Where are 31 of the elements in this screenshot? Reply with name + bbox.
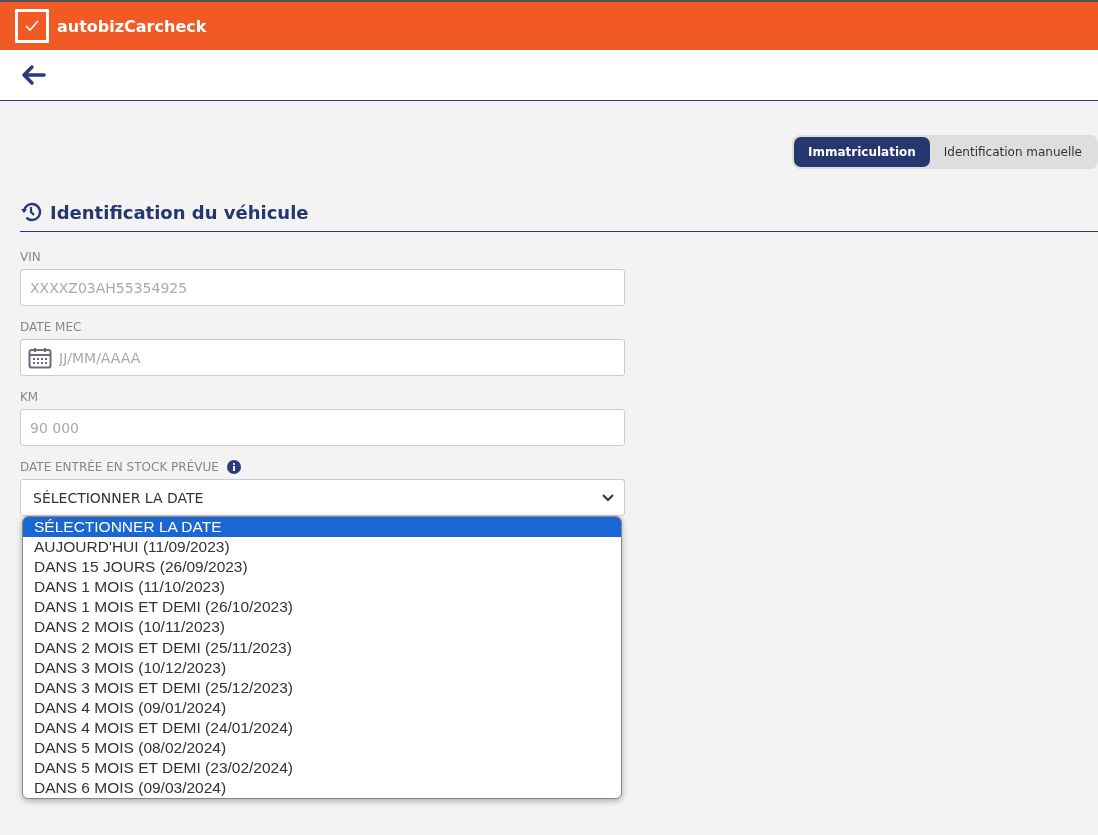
dropdown-option[interactable]: SÉLECTIONNER LA DATE xyxy=(23,517,621,538)
dropdown-option[interactable]: DANS 2 MOIS ET DEMI (25/11/2023) xyxy=(23,637,621,658)
dropdown-option[interactable]: AUJOURD'HUI (11/09/2023) xyxy=(23,537,621,558)
field-label: DATE ENTRÉE EN STOCK PRÉVUE xyxy=(20,460,219,474)
dropdown-option[interactable]: DANS 1 MOIS ET DEMI (26/10/2023) xyxy=(23,597,621,618)
back-arrow-icon[interactable] xyxy=(20,64,46,86)
checkmark-logo-icon xyxy=(15,9,49,43)
field-label: DATE MEC xyxy=(20,320,83,334)
dropdown-option[interactable]: DANS 4 MOIS (09/01/2024) xyxy=(23,697,621,718)
section-title: Identification du véhicule xyxy=(50,201,309,223)
input-field[interactable]: XXXXZ03AH55354925 xyxy=(20,269,625,306)
dropdown-option[interactable]: DANS 5 MOIS (08/02/2024) xyxy=(23,738,621,759)
dropdown-option[interactable]: DANS 4 MOIS ET DEMI (24/01/2024) xyxy=(23,717,621,739)
chevron-down-icon xyxy=(602,493,614,502)
dropdown-option[interactable]: DANS 2 MOIS (10/11/2023) xyxy=(23,617,621,638)
dropdown-option[interactable]: DANS 1 MOIS (11/10/2023) xyxy=(23,577,621,598)
date-select[interactable]: SÉLECTIONNER LA DATE xyxy=(20,479,625,516)
dropdown-option[interactable]: DANS 6 MOIS (09/03/2024) xyxy=(23,778,621,799)
input-field[interactable]: 90 000 xyxy=(20,409,625,446)
field-label: VIN xyxy=(20,250,42,264)
brand-name: autobizCarcheck xyxy=(57,16,207,36)
history-icon xyxy=(20,201,42,223)
info-icon[interactable] xyxy=(226,460,241,474)
dropdown-option[interactable]: DANS 3 MOIS ET DEMI (25/12/2023) xyxy=(23,677,621,698)
mode-tab[interactable]: Identification manuelle xyxy=(929,137,1096,167)
dropdown-option[interactable]: DANS 5 MOIS ET DEMI (23/02/2024) xyxy=(23,758,621,779)
input-field[interactable]: JJ/MM/AAAA xyxy=(20,339,625,376)
dropdown-option[interactable]: DANS 3 MOIS (10/12/2023) xyxy=(23,657,621,678)
field-label: KM xyxy=(20,390,40,404)
mode-tab[interactable]: Immatriculation xyxy=(793,137,930,167)
dropdown-option[interactable]: DANS 15 JOURS (26/09/2023) xyxy=(23,557,621,578)
